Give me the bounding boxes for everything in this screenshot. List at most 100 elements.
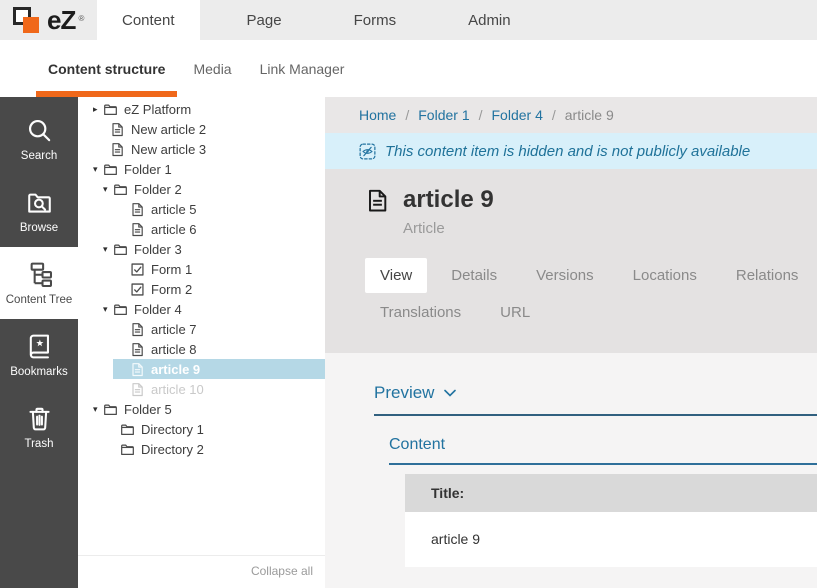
browse-folder-icon [25,188,54,217]
view-tab-content: Preview Content Title:article 9 [325,353,817,588]
tab-url[interactable]: URL [485,295,545,330]
tree-item-label: Form 2 [151,282,192,297]
tree-item-icon [130,262,145,277]
top-tab-content[interactable]: Content [97,0,200,40]
ez-logo[interactable]: eZ® [0,0,97,40]
tree-item-article-8[interactable]: article 8 [113,339,325,359]
top-tab-admin[interactable]: Admin [443,0,536,40]
sidebar-item-search[interactable]: Search [0,103,78,175]
tree-item-new-article-3[interactable]: New article 3 [93,139,325,159]
top-tab-label: Forms [354,12,397,29]
breadcrumb-link-home[interactable]: Home [359,107,396,123]
sidebar-item-content-tree[interactable]: Content Tree [0,247,78,319]
tree-item-form-2[interactable]: Form 2 [113,279,325,299]
tab-relations[interactable]: Relations [721,258,814,293]
article-icon [130,222,145,237]
tree-item-article-5[interactable]: article 5 [113,199,325,219]
sidebar-item-trash[interactable]: Trash [0,391,78,463]
tree-item-icon [113,242,128,257]
content-section-heading: Content [389,436,817,454]
chevron-down-icon [444,389,456,397]
folder-icon [120,422,135,437]
article-icon [130,382,145,397]
folder-icon [103,402,118,417]
top-tab-page[interactable]: Page [222,0,307,40]
tree-item-folder-2[interactable]: ▾ Folder 2 [103,179,325,199]
tree-item-icon [110,142,125,157]
tree-item-label: Folder 3 [134,242,182,257]
preview-label: Preview [374,383,434,403]
breadcrumb-current: article 9 [565,107,614,123]
breadcrumb-link-folder-1[interactable]: Folder 1 [418,107,469,123]
top-tab-forms[interactable]: Forms [329,0,422,40]
content-item-header: article 9 Article View Details Versions Loc… [325,169,817,353]
tree-item-label: article 6 [151,222,197,237]
sidebar-item-icon [25,260,54,289]
tree-item-ez-platform[interactable]: ▸ eZ Platform [93,99,325,119]
article-type-icon [365,186,390,215]
workspace: Search Browse Content Tree Bookmarks Tra… [0,97,817,588]
tree-item-label: New article 2 [131,122,206,137]
subnav-item-content-structure[interactable]: Content structure [36,40,177,97]
collapse-all-button[interactable]: Collapse all [78,555,325,588]
preview-toggle[interactable]: Preview [374,383,456,403]
field-label: Title: [405,474,817,512]
tree-expand-arrow[interactable]: ▸ [93,99,103,119]
form-checkbox-icon [130,282,145,297]
ez-logo-mark-icon [13,4,43,36]
tab-translations[interactable]: Translations [365,295,476,330]
sidebar-item-bookmarks[interactable]: Bookmarks [0,319,78,391]
tree-item-icon [130,282,145,297]
trash-icon [25,404,54,433]
content-tab-row: View Details Versions Locations Relations [365,258,817,293]
tab-details[interactable]: Details [436,258,512,293]
tab-versions[interactable]: Versions [521,258,609,293]
hidden-eye-icon [359,143,376,160]
subnav-item-media[interactable]: Media [181,40,243,97]
tab-view[interactable]: View [365,258,427,293]
tree-item-icon [103,102,118,117]
tree-item-article-9[interactable]: article 9 [113,359,325,379]
tree-item-new-article-2[interactable]: New article 2 [93,119,325,139]
tree-item-folder-5[interactable]: ▾ Folder 5 [93,399,325,419]
sidebar-item-label: Content Tree [6,294,72,306]
tree-item-folder-3[interactable]: ▾ Folder 3 [103,239,325,259]
breadcrumb-link-folder-4[interactable]: Folder 4 [492,107,543,123]
tree-item-directory-2[interactable]: Directory 2 [103,439,325,459]
tree-item-icon [103,402,118,417]
main-content-area: Home/Folder 1/Folder 4/article 9 This co… [325,97,817,588]
ez-platform-admin-window: eZ® Content Page Forms Admin Content struct… [0,0,817,588]
sidebar-item-browse[interactable]: Browse [0,175,78,247]
tree-item-label: Directory 2 [141,442,204,457]
tree-item-form-1[interactable]: Form 1 [113,259,325,279]
tree-expand-arrow[interactable]: ▾ [93,159,103,179]
article-icon [110,142,125,157]
tree-item-label: article 8 [151,342,197,357]
tree-expand-arrow[interactable]: ▾ [103,299,113,319]
tree-item-label: Form 1 [151,262,192,277]
tree-item-icon [130,382,145,397]
tree-item-article-10[interactable]: article 10 [113,379,325,399]
tree-item-folder-4[interactable]: ▾ Folder 4 [103,299,325,319]
content-tree-icon [25,260,54,289]
tree-item-directory-1[interactable]: Directory 1 [103,419,325,439]
tree-expand-arrow[interactable]: ▾ [103,239,113,259]
tree-item-icon [130,362,145,377]
tree-item-icon [110,122,125,137]
tree-item-article-6[interactable]: article 6 [113,219,325,239]
hidden-content-notice: This content item is hidden and is not p… [325,133,817,169]
tree-item-article-7[interactable]: article 7 [113,319,325,339]
tree-item-icon [120,442,135,457]
subnav-item-link-manager[interactable]: Link Manager [248,40,357,97]
tree-expand-arrow[interactable]: ▾ [103,179,113,199]
sidebar-item-icon [25,116,54,145]
tab-locations[interactable]: Locations [618,258,712,293]
tree-item-label: Folder 4 [134,302,182,317]
article-icon [365,186,390,215]
title-row: article 9 [365,185,817,215]
tree-item-folder-1[interactable]: ▾ Folder 1 [93,159,325,179]
article-icon [130,322,145,337]
content-type-label: Article [403,220,817,237]
tree-expand-arrow[interactable]: ▾ [93,399,103,419]
content-tree-panel: ▸ eZ Platform New article 2 New article … [78,97,325,588]
